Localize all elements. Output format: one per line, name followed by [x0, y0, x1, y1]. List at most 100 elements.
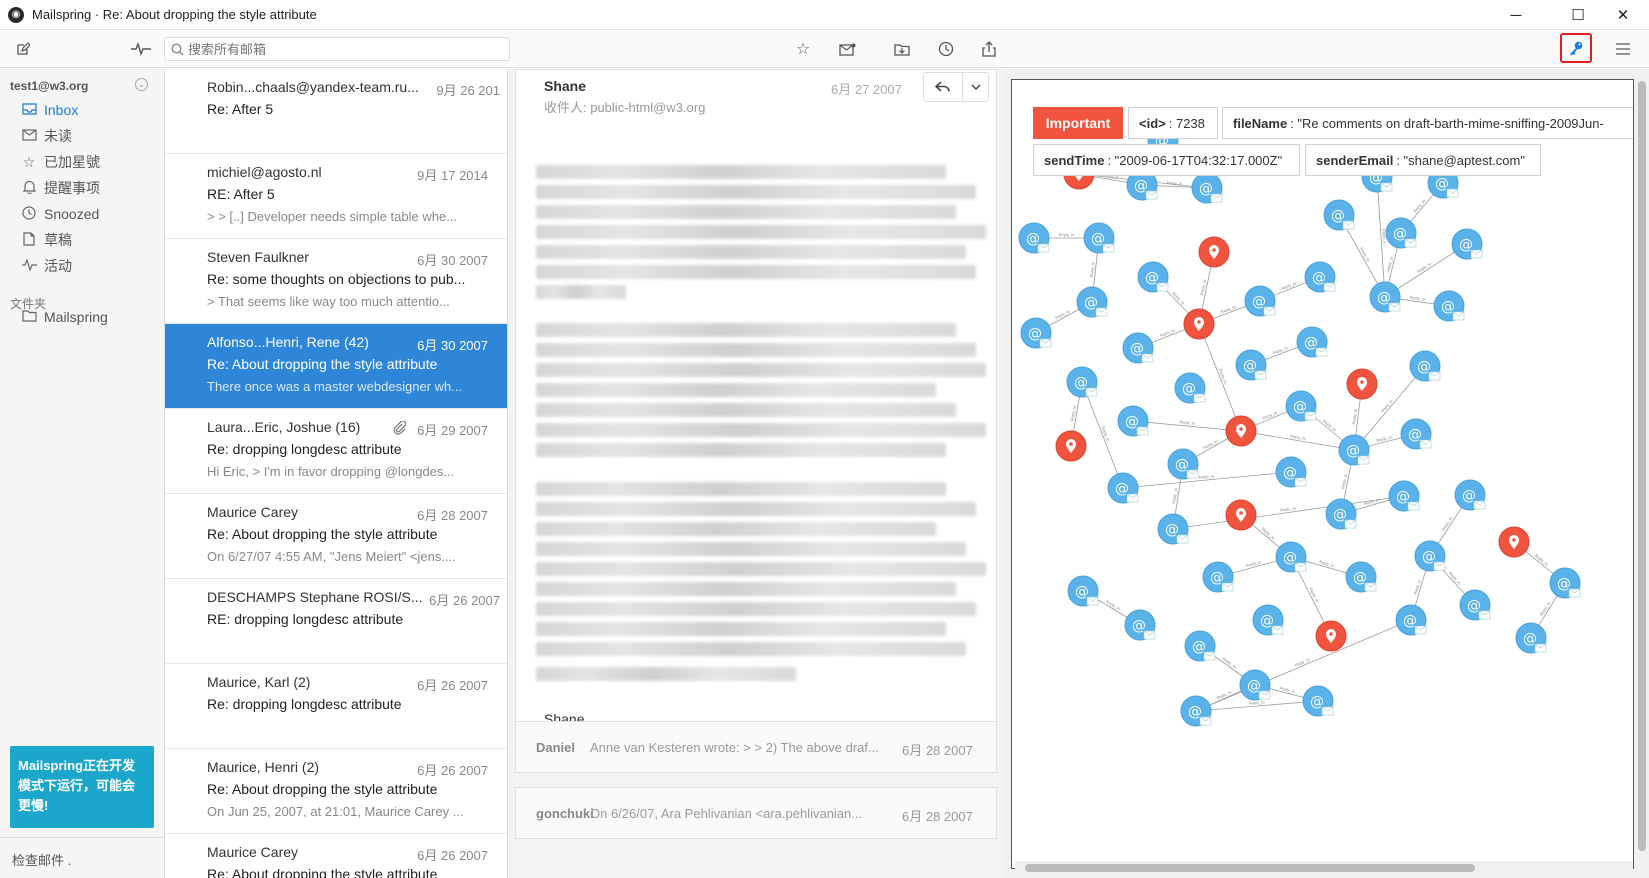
sidebar-item-snoozed[interactable]: Snoozed [20, 203, 99, 225]
chevron-down-icon[interactable]: ⌄ [135, 78, 148, 91]
person-node[interactable] [1225, 415, 1257, 447]
sidebar-item-activity[interactable]: 活动 [20, 255, 72, 277]
email-node[interactable]: @ [1454, 479, 1486, 511]
email-node[interactable]: @ [1117, 405, 1149, 437]
thread-item[interactable]: Maurice, Henri (2) 6月 26 2007 Re: About … [165, 749, 507, 834]
email-node[interactable]: @ [1184, 630, 1216, 662]
sidebar-item-starred[interactable]: ☆ 已加星號 [20, 151, 100, 173]
email-node[interactable]: @ [1388, 480, 1420, 512]
email-node[interactable]: @ [1244, 285, 1276, 317]
email-node[interactable]: @ [1083, 222, 1115, 254]
search-input[interactable] [188, 41, 488, 57]
sidebar-item-mailspring-folder[interactable]: Mailspring [20, 306, 108, 328]
email-node[interactable]: @ [1323, 199, 1355, 231]
thread-item-selected[interactable]: Alfonso...Henri, Rene (42) 6月 30 2007 Re… [165, 324, 507, 409]
minimize-button[interactable]: ─ [1493, 0, 1539, 30]
person-node[interactable] [1225, 499, 1257, 531]
email-node[interactable]: @ [1325, 498, 1357, 530]
email-node[interactable]: @ [1409, 350, 1441, 382]
email-node[interactable]: @ [1239, 669, 1271, 701]
email-node[interactable]: @ [1122, 332, 1154, 364]
email-node[interactable]: @ [1275, 541, 1307, 573]
email-node[interactable]: @ [1076, 286, 1108, 318]
email-node[interactable]: @ [1067, 575, 1099, 607]
thread-item[interactable]: DESCHAMPS Stephane ROSI/S... 6月 26 2007 … [165, 579, 507, 664]
important-label-badge[interactable]: Important [1033, 107, 1123, 139]
collapsed-date: 6月 28 2007 [902, 809, 973, 824]
thread-item[interactable]: Laura...Eric, Joshue (16) 6月 29 2007 Re:… [165, 409, 507, 494]
sidebar-item-inbox[interactable]: Inbox [20, 99, 78, 121]
thread-item[interactable]: Maurice Carey 6月 28 2007 Re: About dropp… [165, 494, 507, 579]
email-node[interactable]: @ [1304, 261, 1336, 293]
email-node[interactable]: @ [1137, 261, 1169, 293]
activity-icon[interactable] [130, 38, 152, 60]
scrollbar-thumb[interactable] [1638, 81, 1646, 851]
person-node[interactable] [1183, 308, 1215, 340]
email-node[interactable]: @ [1395, 604, 1427, 636]
search-box[interactable] [164, 37, 510, 61]
maximize-button[interactable]: ☐ [1555, 0, 1601, 30]
email-node[interactable]: @ [1235, 349, 1267, 381]
thread-item[interactable]: Robin...chaals@yandex-team.ru... 9月 26 2… [165, 69, 507, 154]
star-icon[interactable]: ☆ [792, 38, 814, 60]
folder-icon[interactable] [891, 38, 913, 60]
email-node[interactable]: @ [1174, 372, 1206, 404]
graph-canvas[interactable]: Reply_to Reply_to Reply_to Reply_to Reply_to… [1011, 79, 1634, 869]
thread-item[interactable]: michiel@agosto.nl 9月 17 2014 RE: After 5… [165, 154, 507, 239]
email-node[interactable]: @ [1020, 317, 1052, 349]
horizontal-scrollbar[interactable] [1015, 861, 1633, 875]
email-node[interactable]: @ [1515, 622, 1547, 654]
email-node[interactable]: @ [1369, 281, 1401, 313]
reply-icon[interactable] [924, 73, 964, 101]
email-node[interactable]: @ [1338, 434, 1370, 466]
email-node[interactable]: @ [1018, 222, 1050, 254]
thread-item[interactable]: Steven Faulkner 6月 30 2007 Re: some thou… [165, 239, 507, 324]
email-node[interactable]: @ [1107, 472, 1139, 504]
email-node[interactable]: @ [1345, 561, 1377, 593]
collapsed-message[interactable]: gonchuki On 6/26/07, Ara Pehlivanian <ar… [515, 787, 997, 839]
email-node[interactable]: @ [1275, 456, 1307, 488]
close-button[interactable]: ✕ [1600, 0, 1646, 30]
thread-subject: Re: dropping longdesc attribute [207, 441, 402, 457]
thread-item[interactable]: Maurice Carey 6月 26 2007 Re: About dropp… [165, 834, 507, 878]
email-node[interactable]: @ [1400, 418, 1432, 450]
sidebar-item-drafts[interactable]: 草稿 [20, 229, 72, 251]
clock-icon[interactable] [935, 38, 957, 60]
person-node[interactable] [1498, 526, 1530, 558]
email-node[interactable]: @ [1459, 589, 1491, 621]
email-node[interactable]: @ [1157, 513, 1189, 545]
email-node[interactable]: @ [1451, 228, 1483, 260]
person-node[interactable] [1315, 620, 1347, 652]
email-node[interactable]: @ [1549, 567, 1581, 599]
email-node[interactable]: @ [1124, 609, 1156, 641]
chevron-down-icon[interactable] [963, 73, 988, 101]
compose-icon[interactable] [12, 38, 34, 60]
email-relationship-graph[interactable]: Reply_to Reply_to Reply_to Reply_to Reply_to… [1012, 80, 1634, 869]
email-node[interactable]: @ [1385, 217, 1417, 249]
person-node[interactable] [1198, 236, 1230, 268]
mail-icon[interactable] [836, 38, 858, 60]
menu-icon[interactable] [1612, 38, 1634, 60]
reply-button-group[interactable] [923, 72, 989, 102]
email-node[interactable]: @ [1167, 448, 1199, 480]
email-node[interactable]: @ [1066, 366, 1098, 398]
email-node[interactable]: @ [1296, 326, 1328, 358]
email-node[interactable]: @ [1252, 604, 1284, 636]
email-node[interactable]: @ [1302, 685, 1334, 717]
email-node[interactable]: @ [1285, 390, 1317, 422]
person-node[interactable] [1346, 368, 1378, 400]
email-node[interactable]: @ [1180, 695, 1212, 727]
scrollbar-thumb[interactable] [1025, 864, 1475, 872]
thread-item[interactable]: Maurice, Karl (2) 6月 26 2007 Re: droppin… [165, 664, 507, 749]
sidebar-item-unread[interactable]: 未读 [20, 125, 72, 147]
share-icon[interactable] [978, 38, 1000, 60]
vertical-scrollbar[interactable] [1634, 69, 1649, 878]
sidebar-item-reminders[interactable]: 提醒事项 [20, 177, 100, 199]
email-node[interactable]: @ [1414, 540, 1446, 572]
collapsed-message[interactable]: Daniel Anne van Kesteren wrote: > > 2) T… [515, 721, 997, 773]
email-node[interactable]: @ [1202, 561, 1234, 593]
person-node[interactable] [1055, 430, 1087, 462]
email-node[interactable]: @ [1191, 172, 1223, 204]
key-icon[interactable] [1560, 33, 1592, 63]
email-node[interactable]: @ [1433, 290, 1465, 322]
